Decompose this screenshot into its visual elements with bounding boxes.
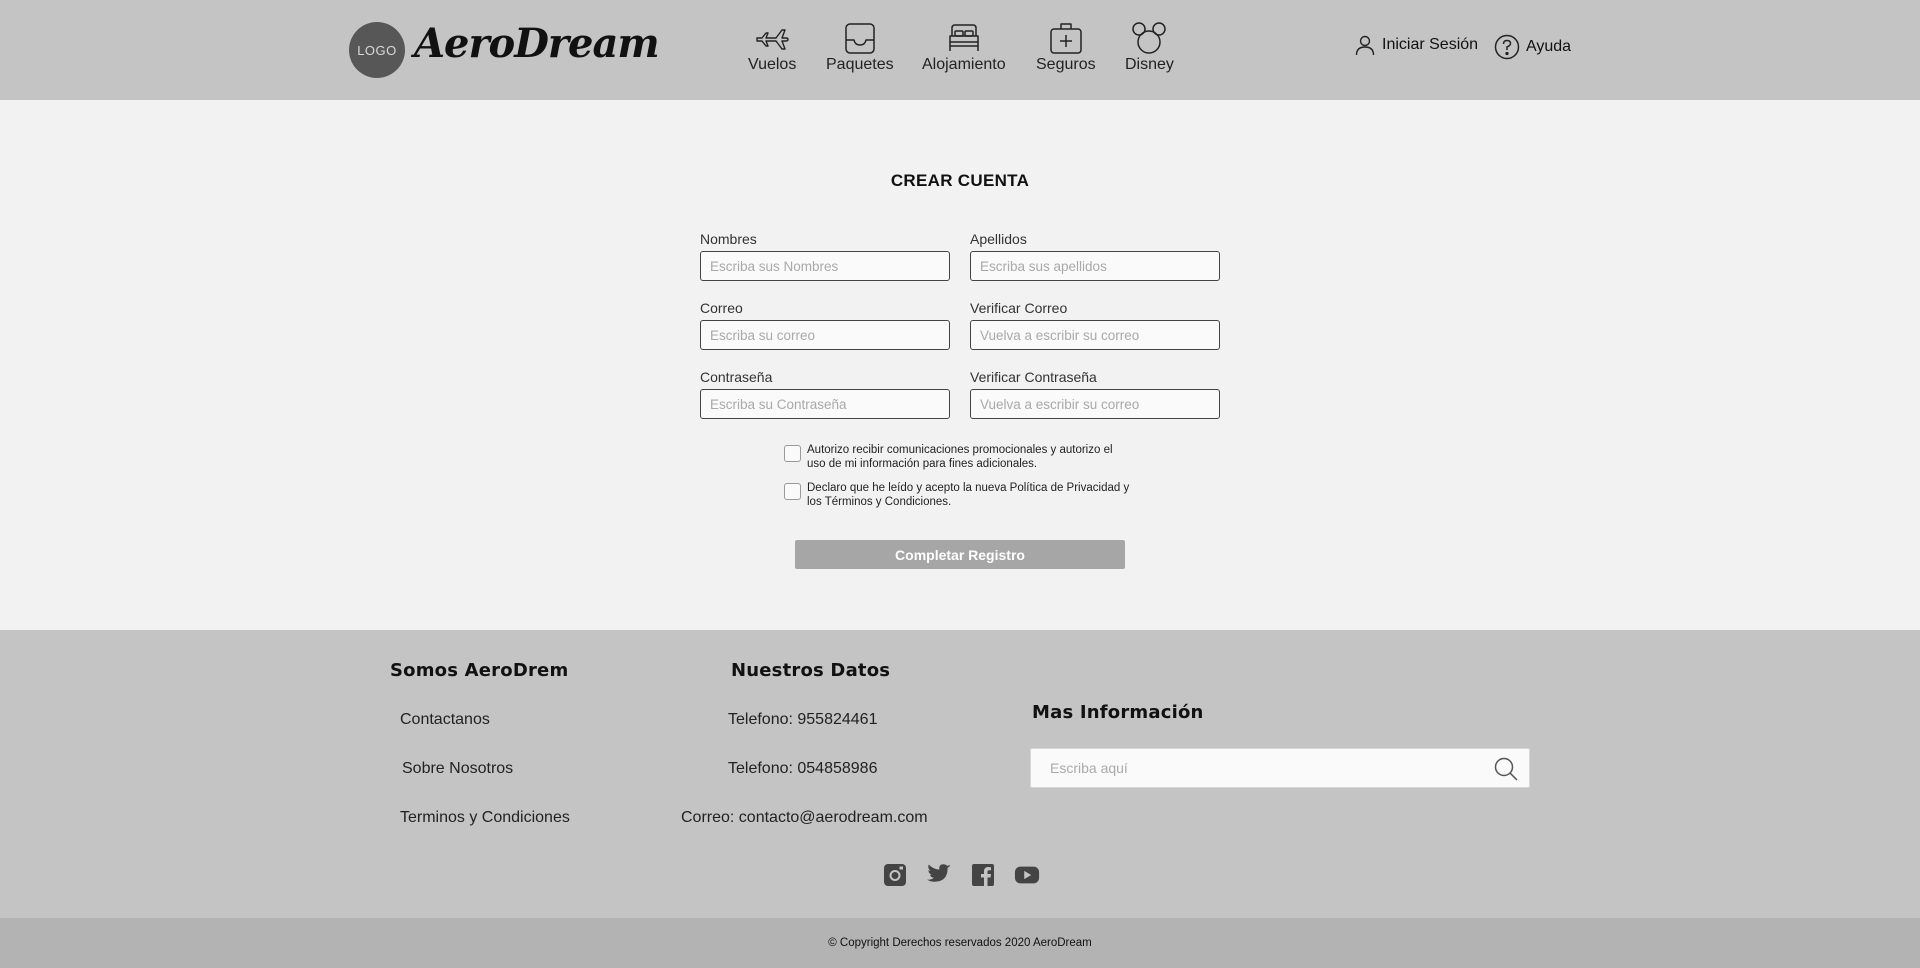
promo-consent-checkbox[interactable] — [784, 445, 801, 462]
promo-consent-text: Autorizo recibir comunicaciones promocio… — [807, 443, 1113, 471]
plane-icon — [756, 29, 789, 50]
last-name-field: Apellidos — [970, 231, 1220, 281]
nav-label: Vuelos — [748, 56, 797, 73]
privacy-consent-row: Declaro que he leído y acepto la nueva P… — [784, 481, 1134, 509]
login-label: Iniciar Sesión — [1382, 36, 1479, 53]
verify-email-field: Verificar Correo — [970, 300, 1220, 350]
privacy-consent-checkbox[interactable] — [784, 483, 801, 500]
site-header: LOGO AeroDream Vuelos Paquetes Alojamien… — [0, 0, 1920, 100]
user-icon — [1355, 35, 1375, 56]
promo-consent-row: Autorizo recibir comunicaciones promocio… — [784, 443, 1134, 471]
footer-col1-title: Somos AeroDrem — [390, 660, 569, 681]
verify-email-input[interactable] — [970, 320, 1220, 350]
footer-col3-title: Mas Información — [1032, 702, 1204, 723]
search-icon[interactable] — [1493, 756, 1519, 782]
help-label: Ayuda — [1526, 38, 1572, 55]
nav-alojamiento[interactable]: Alojamiento — [922, 20, 1006, 74]
youtube-icon[interactable] — [1014, 862, 1040, 888]
consent-line: Autorizo recibir comunicaciones promocio… — [807, 444, 1113, 456]
nav-seguros[interactable]: Seguros — [1036, 20, 1096, 74]
nav-paquetes[interactable]: Paquetes — [826, 20, 894, 74]
footer-email: Correo: contacto@aerodream.com — [681, 809, 928, 826]
facebook-icon[interactable] — [970, 862, 996, 888]
footer-phone-2: Telefono: 054858986 — [728, 760, 878, 777]
form-title: CREAR CUENTA — [890, 171, 1030, 190]
package-icon — [845, 23, 875, 54]
instagram-icon[interactable] — [882, 862, 908, 888]
field-label: Verificar Correo — [970, 300, 1068, 316]
nav-label: Seguros — [1036, 56, 1096, 73]
nav-label: Paquetes — [826, 56, 894, 73]
logo[interactable]: LOGO — [349, 22, 405, 78]
field-label: Contraseña — [700, 369, 773, 385]
copyright: © Copyright Derechos reservados 2020 Aer… — [0, 918, 1920, 968]
help-icon — [1494, 34, 1520, 60]
brand-name[interactable]: AeroDream — [414, 20, 660, 67]
mouse-ears-icon — [1132, 22, 1167, 54]
field-label: Verificar Contraseña — [970, 369, 1097, 385]
footer-search-input[interactable] — [1031, 749, 1471, 787]
twitter-icon[interactable] — [926, 862, 952, 888]
field-label: Apellidos — [970, 231, 1027, 247]
password-field: Contraseña — [700, 369, 950, 419]
bed-icon — [949, 24, 979, 51]
footer-link-terms[interactable]: Terminos y Condiciones — [400, 809, 570, 827]
help-link[interactable]: Ayuda — [1494, 34, 1571, 60]
login-link[interactable]: Iniciar Sesión — [1354, 34, 1478, 56]
field-label: Nombres — [700, 231, 757, 247]
consent-line: uso de mi información para fines adicion… — [807, 458, 1038, 470]
footer-search — [1030, 748, 1530, 788]
social-links — [882, 862, 1040, 888]
complete-registration-button[interactable]: Completar Registro — [795, 540, 1125, 569]
last-name-input[interactable] — [970, 251, 1220, 281]
nav-vuelos[interactable]: Vuelos — [748, 20, 796, 74]
privacy-consent-text: Declaro que he leído y acepto la nueva P… — [807, 481, 1129, 509]
password-input[interactable] — [700, 389, 950, 419]
medical-kit-icon — [1050, 23, 1082, 54]
nav-label: Alojamiento — [922, 56, 1006, 73]
nav-disney[interactable]: Disney — [1125, 20, 1174, 74]
nav-label: Disney — [1125, 56, 1174, 73]
footer-phone-1: Telefono: 955824461 — [728, 711, 878, 728]
first-name-input[interactable] — [700, 251, 950, 281]
consent-line: Declaro que he leído y acepto la nueva P… — [807, 482, 1130, 494]
footer-link-contact[interactable]: Contactanos — [400, 711, 490, 729]
consent-line: los Términos y Condiciones. — [807, 496, 952, 508]
logo-text: LOGO — [357, 42, 397, 58]
footer-col2-title: Nuestros Datos — [731, 660, 891, 681]
site-footer: Somos AeroDrem Contactanos Sobre Nosotro… — [0, 630, 1920, 918]
email-input[interactable] — [700, 320, 950, 350]
email-field: Correo — [700, 300, 950, 350]
footer-link-about[interactable]: Sobre Nosotros — [402, 760, 513, 778]
verify-password-field: Verificar Contraseña — [970, 369, 1220, 419]
verify-password-input[interactable] — [970, 389, 1220, 419]
first-name-field: Nombres — [700, 231, 950, 281]
field-label: Correo — [700, 300, 743, 316]
